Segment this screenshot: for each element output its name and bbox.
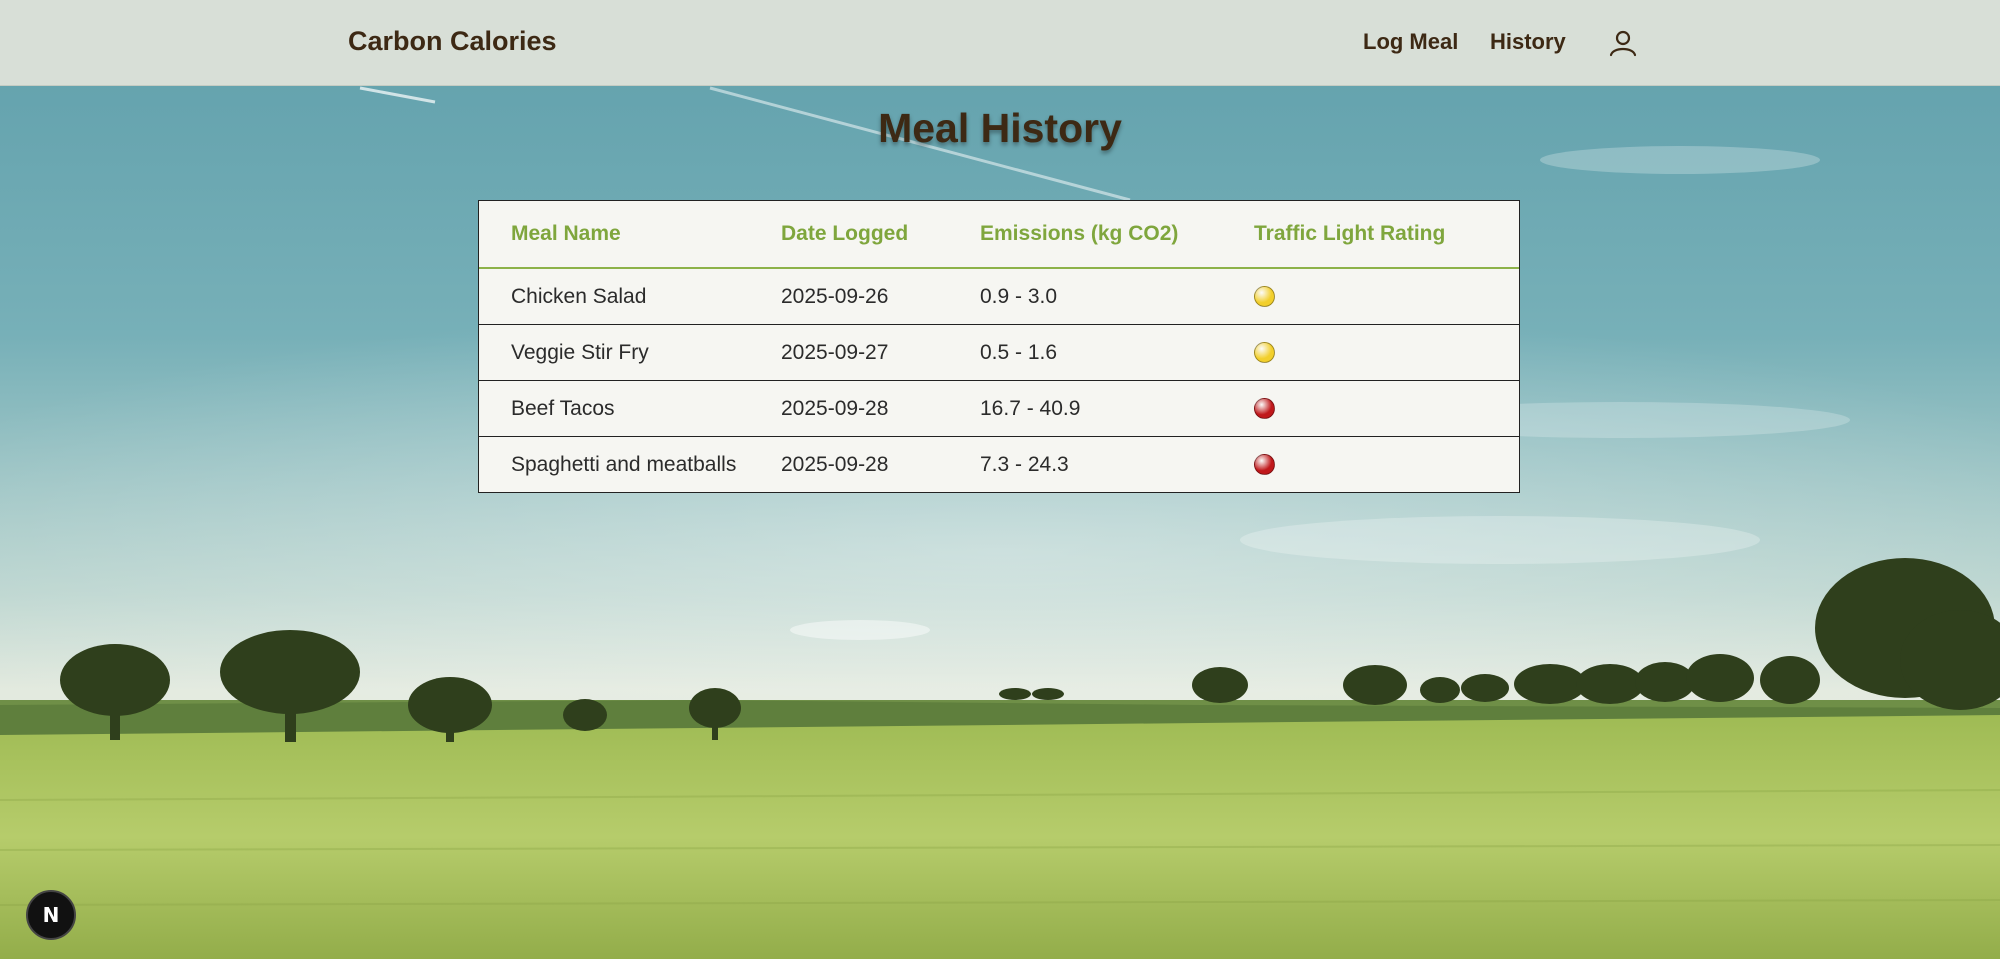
table-row: Veggie Stir Fry 2025-09-27 0.5 - 1.6 [479,324,1519,381]
date-logged-cell: 2025-09-26 [781,284,889,308]
emissions-cell: 0.5 - 1.6 [980,324,1254,381]
traffic-light-icon [1254,286,1275,308]
rating-cell [1254,380,1519,437]
column-header-date-logged: Date Logged [781,201,980,269]
table-header-row: Meal Name Date Logged Emissions (kg CO2)… [479,201,1519,269]
column-header-meal-name: Meal Name [479,201,781,269]
brand-logo-link[interactable]: Carbon Calories [348,26,557,57]
meal-name-cell: Chicken Salad [511,284,647,308]
emissions-cell: 7.3 - 24.3 [980,436,1254,492]
user-icon[interactable] [1608,28,1638,58]
table-row: Spaghetti and meatballs 2025-09-28 7.3 -… [479,436,1519,492]
page-title: Meal History [878,105,1122,151]
column-header-emissions: Emissions (kg CO2) [980,201,1254,269]
column-header-traffic-light-rating: Traffic Light Rating [1254,201,1519,269]
emissions-cell: 16.7 - 40.9 [980,380,1254,437]
table-row: Chicken Salad 2025-09-26 0.9 - 3.0 [479,268,1519,325]
meal-name-cell: Beef Tacos [479,380,781,437]
emissions-cell: 0.9 - 3.0 [980,284,1058,308]
date-logged-cell: 2025-09-27 [781,324,980,381]
meal-name-cell: Spaghetti and meatballs [479,436,781,492]
traffic-light-icon [1254,398,1275,420]
meal-history-table: Meal Name Date Logged Emissions (kg CO2)… [478,200,1520,493]
badge-label: N [42,903,60,927]
traffic-light-icon [1254,454,1275,476]
rating-cell [1254,268,1519,325]
nav-log-meal-link[interactable]: Log Meal [1363,29,1458,55]
date-logged-cell: 2025-09-28 [781,436,980,492]
nextjs-logo-icon[interactable]: N [26,890,76,940]
rating-cell [1254,324,1519,381]
date-logged-cell: 2025-09-28 [781,380,980,437]
rating-cell [1254,436,1519,492]
table-row: Beef Tacos 2025-09-28 16.7 - 40.9 [479,380,1519,437]
top-navbar: Carbon Calories Log Meal History [0,0,2000,86]
meal-name-cell: Veggie Stir Fry [479,324,781,381]
nav-history-link[interactable]: History [1490,29,1566,55]
traffic-light-icon [1254,342,1275,364]
